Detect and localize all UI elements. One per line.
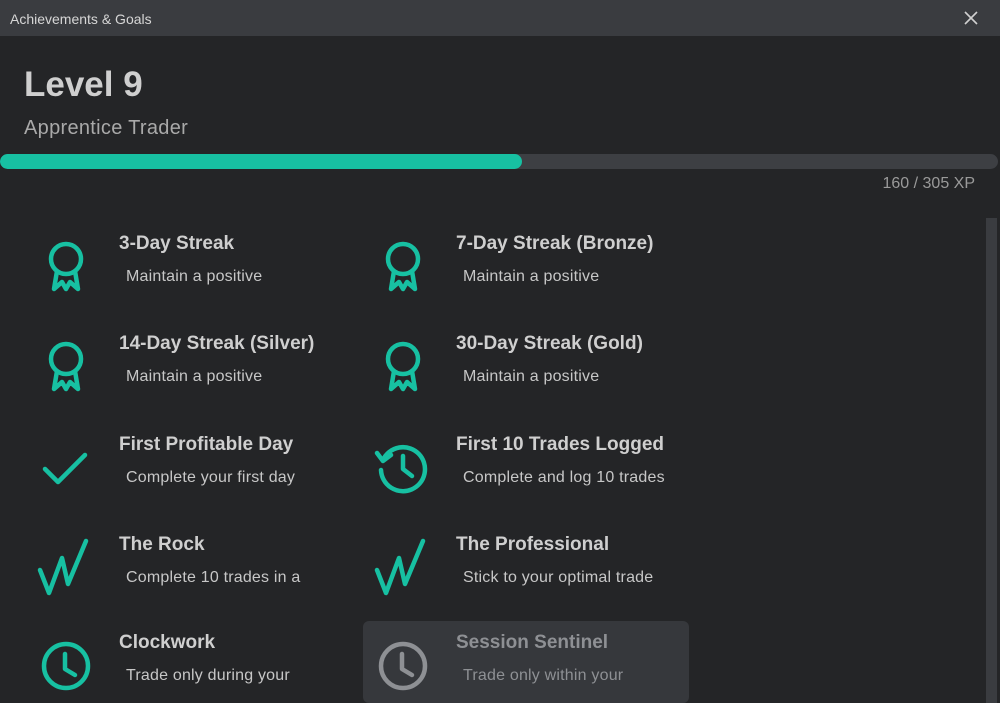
achievement-description: Complete and log 10 trades	[463, 469, 665, 486]
achievement-description: Maintain a positive	[126, 368, 263, 385]
achievement-description: Complete 10 trades in a	[126, 569, 301, 586]
achievement-name: The Rock	[119, 534, 205, 555]
ribbon-award-icon	[373, 337, 433, 397]
zigzag-trend-icon	[373, 538, 433, 598]
achievement-name: First 10 Trades Logged	[456, 434, 664, 455]
achievement-description: Complete your first day	[126, 469, 296, 486]
achievement-name: The Professional	[456, 534, 610, 555]
scrollbar[interactable]	[986, 218, 997, 703]
achievement-description: Maintain a positive	[126, 268, 263, 285]
achievement-description: Stick to your optimal trade	[463, 569, 654, 586]
close-icon	[964, 11, 978, 25]
achievement-card[interactable]: First 10 Trades Logged Complete and log 1…	[363, 423, 689, 505]
achievement-name: 14-Day Streak (Silver)	[119, 333, 315, 354]
level-heading: Level 9	[24, 65, 143, 104]
achievement-name: 3-Day Streak	[119, 233, 235, 254]
ribbon-award-icon	[36, 337, 96, 397]
rank-title: Apprentice Trader	[24, 117, 189, 139]
achievement-description: Maintain a positive	[463, 268, 600, 285]
achievement-name: 7-Day Streak (Bronze)	[456, 233, 654, 254]
achievement-card[interactable]: 7-Day Streak (Bronze) Maintain a positive	[363, 222, 689, 304]
zigzag-trend-icon	[36, 538, 96, 598]
achievements-panel: Level 9 Apprentice Trader 160 / 305 XP 3…	[0, 36, 1000, 703]
ribbon-award-icon	[373, 237, 433, 297]
achievement-name: 30-Day Streak (Gold)	[456, 333, 643, 354]
title-bar: Achievements & Goals	[0, 0, 1000, 36]
xp-counter: 160 / 305 XP	[882, 175, 975, 192]
xp-progress-bar	[0, 154, 998, 169]
achievement-description: Maintain a positive	[463, 368, 600, 385]
achievement-name: Clockwork	[119, 632, 216, 653]
checkmark-icon	[36, 438, 96, 498]
window-title: Achievements & Goals	[10, 11, 152, 27]
achievement-name: First Profitable Day	[119, 434, 294, 455]
ribbon-award-icon	[36, 237, 96, 297]
achievement-description: Trade only during your	[126, 667, 290, 684]
achievement-card[interactable]: The Professional Stick to your optimal tr…	[363, 523, 689, 605]
achievement-card[interactable]: The Rock Complete 10 trades in a	[26, 523, 352, 605]
clock-icon	[373, 636, 433, 696]
achievement-card[interactable]: 14-Day Streak (Silver) Maintain a positiv…	[26, 322, 352, 404]
achievement-card[interactable]: First Profitable Day Complete your first …	[26, 423, 352, 505]
achievement-description: Trade only within your	[463, 667, 624, 684]
achievement-card[interactable]: Session Sentinel Trade only within your	[363, 621, 689, 703]
achievement-card[interactable]: 3-Day Streak Maintain a positive	[26, 222, 352, 304]
xp-progress-fill	[0, 154, 522, 169]
history-clock-icon	[373, 438, 433, 498]
close-button[interactable]	[958, 5, 984, 31]
achievement-name: Session Sentinel	[456, 632, 609, 653]
clock-icon	[36, 636, 96, 696]
achievement-card[interactable]: 30-Day Streak (Gold) Maintain a positive	[363, 322, 689, 404]
achievement-card[interactable]: Clockwork Trade only during your	[26, 621, 352, 703]
